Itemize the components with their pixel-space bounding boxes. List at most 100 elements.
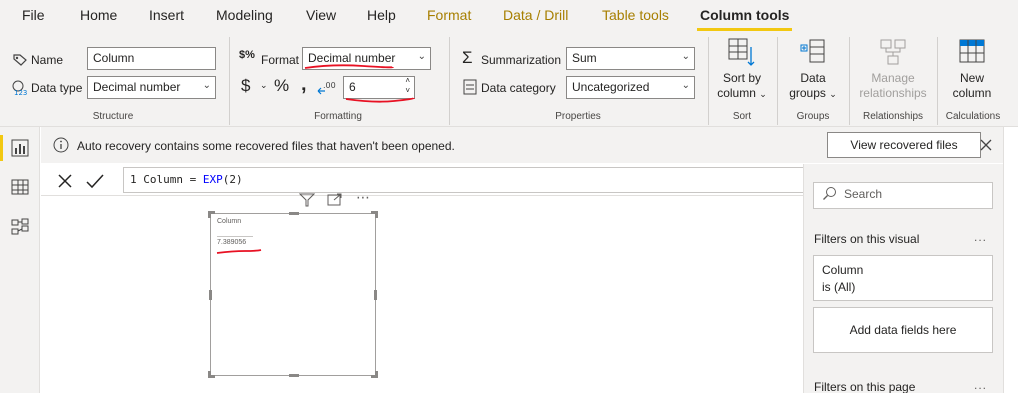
new-column-label-2: column [952, 86, 992, 100]
menu-format[interactable]: Format [427, 0, 471, 31]
more-options-icon[interactable]: ... [974, 230, 987, 244]
resize-handle[interactable] [208, 211, 211, 218]
menu-column-tools[interactable]: Column tools [696, 0, 793, 31]
auto-recovery-bar: Auto recovery contains some recovered fi… [41, 127, 1003, 163]
menu-data-drill[interactable]: Data / Drill [503, 0, 568, 31]
view-recovered-files-button[interactable]: View recovered files [827, 132, 981, 158]
commit-formula-icon[interactable] [85, 171, 105, 191]
relationships-group-label: Relationships [862, 111, 924, 122]
data-type-select[interactable]: Decimal number ⌄ [87, 76, 216, 99]
resize-handle[interactable] [289, 374, 299, 377]
manage-relationships-button[interactable]: Manage relationships [852, 37, 934, 101]
resize-handle[interactable] [375, 371, 378, 378]
chevron-down-icon: ⌄ [417, 51, 426, 62]
summarization-select[interactable]: Sum ⌄ [566, 47, 695, 70]
cancel-formula-icon[interactable] [55, 171, 75, 191]
menu-bar: File Home Insert Modeling View Help Form… [0, 0, 1018, 31]
column-name-input[interactable]: Column [87, 47, 216, 70]
spin-buttons[interactable]: ˄ ˅ [405, 77, 410, 96]
data-view-icon[interactable] [10, 177, 30, 197]
resize-handle[interactable] [208, 371, 211, 378]
chevron-down-icon: ⌄ [202, 80, 211, 91]
data-type-label: Data type [31, 81, 83, 95]
formula-text: Column = [136, 173, 203, 186]
calculations-group-label: Calculations [945, 111, 1001, 122]
chevron-down-icon: ⌄ [829, 89, 837, 99]
sort-by-column-icon [728, 38, 755, 66]
filters-on-page-heading: Filters on this page [814, 380, 916, 393]
ribbon: Name Column 123 Data type Decimal number… [0, 31, 1018, 127]
relationships-icon [880, 39, 906, 65]
model-view-icon[interactable] [10, 217, 30, 237]
active-view-indicator [0, 135, 3, 161]
data-groups-icon [800, 39, 825, 63]
add-data-fields-dropzone[interactable]: Add data fields here [813, 307, 993, 353]
filter-state: is (All) [822, 280, 856, 294]
red-underline-annotation [345, 97, 415, 103]
menu-file[interactable]: File [22, 0, 45, 31]
more-options-icon[interactable]: ... [974, 378, 987, 392]
more-options-icon[interactable]: ⋯ [356, 189, 371, 206]
data-category-label: Data category [481, 81, 556, 95]
formula-function: EXP [202, 173, 223, 186]
format-icon: $% [239, 49, 255, 61]
new-column-label-1: New [959, 71, 984, 85]
formula-args: (2) [222, 173, 243, 186]
data-category-value: Uncategorized [572, 80, 650, 94]
new-column-icon [959, 39, 985, 63]
data-category-icon [463, 79, 477, 95]
menu-home[interactable]: Home [80, 0, 117, 31]
decrease-decimal-icon[interactable]: .00 [317, 79, 337, 95]
column-filter-card[interactable]: Column is (All) [813, 255, 993, 301]
chevron-down-icon[interactable]: ⌄ [260, 80, 268, 91]
visual-value: 7.389056 [217, 236, 253, 246]
menu-view[interactable]: View [306, 0, 336, 31]
data-category-select[interactable]: Uncategorized ⌄ [566, 76, 695, 99]
formatting-group-label: Formatting [314, 111, 362, 122]
decimal-places-value: 6 [349, 80, 356, 94]
visualizations-pane-edge [1003, 127, 1018, 393]
resize-handle[interactable] [209, 290, 212, 300]
red-underline-annotation [216, 249, 262, 254]
red-underline-annotation [304, 64, 394, 69]
chevron-down-icon: ⌄ [681, 51, 690, 62]
filters-pane: Search Filters on this visual ... Column… [803, 164, 1003, 393]
sort-by-label-2: column ⌄ [717, 86, 767, 100]
focus-mode-icon[interactable] [327, 193, 343, 207]
close-icon[interactable] [980, 139, 992, 151]
menu-modeling[interactable]: Modeling [216, 0, 273, 31]
visual-column-header: Column [217, 218, 242, 225]
sort-by-column-button[interactable]: Sort by column ⌄ [712, 37, 772, 102]
table-visual[interactable]: Column 7.389056 [208, 211, 378, 378]
groups-group-label: Groups [796, 111, 830, 122]
currency-button[interactable]: $ [241, 76, 250, 96]
resize-handle[interactable] [374, 290, 377, 300]
new-column-button[interactable]: New column [940, 37, 1004, 101]
data-type-icon: 123 [12, 80, 27, 96]
summarization-label: Summarization [481, 53, 562, 67]
filter-icon[interactable] [299, 193, 315, 207]
manage-relationships-label-2: relationships [859, 86, 927, 100]
resize-handle[interactable] [289, 212, 299, 215]
menu-help[interactable]: Help [367, 0, 396, 31]
menu-insert[interactable]: Insert [149, 0, 184, 31]
report-view-icon[interactable] [10, 138, 30, 158]
structure-group-label: Structure [92, 111, 134, 122]
data-groups-label-2: groups ⌄ [789, 86, 837, 100]
tag-icon [13, 54, 27, 66]
auto-recovery-message: Auto recovery contains some recovered fi… [77, 139, 455, 153]
svg-text:123: 123 [14, 89, 27, 96]
chevron-down-icon: ⌄ [759, 89, 767, 99]
comma-button[interactable]: ‚ [301, 73, 307, 96]
filter-search-input[interactable]: Search [813, 182, 993, 209]
menu-table-tools[interactable]: Table tools [602, 0, 669, 31]
report-canvas[interactable]: ⋯ Column 7.389056 [41, 189, 803, 393]
data-groups-button[interactable]: Data groups ⌄ [782, 37, 844, 102]
view-switcher [0, 127, 40, 393]
manage-relationships-label-1: Manage [871, 71, 915, 85]
data-groups-label-1: Data [800, 71, 826, 85]
sort-group-label: Sort [732, 111, 752, 122]
search-icon [823, 187, 836, 200]
percent-button[interactable]: % [274, 76, 289, 96]
resize-handle[interactable] [375, 211, 378, 218]
